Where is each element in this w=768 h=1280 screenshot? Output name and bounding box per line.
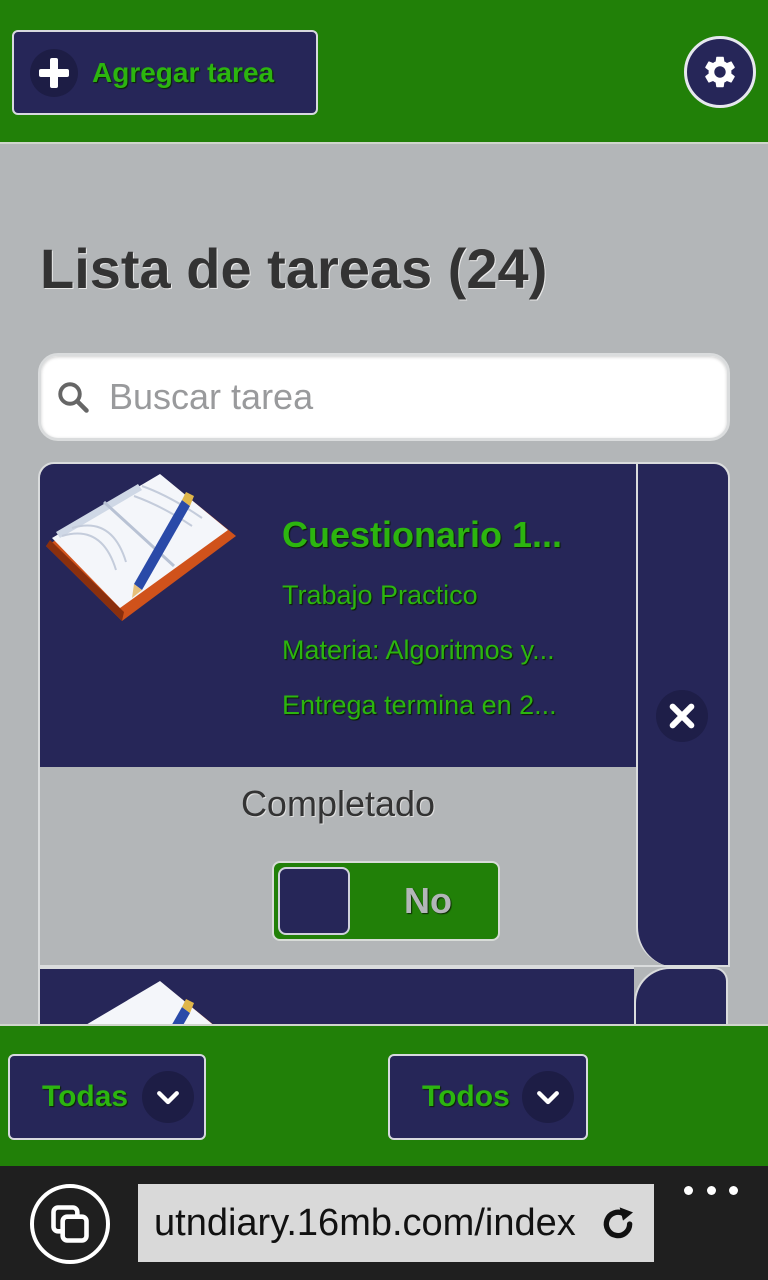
chevron-down-icon <box>142 1071 194 1123</box>
task-side-panel <box>634 967 728 1027</box>
task-summary[interactable] <box>38 967 634 1027</box>
search-bar[interactable] <box>38 353 730 441</box>
url-text: utndiary.16mb.com/index <box>154 1201 576 1244</box>
refresh-icon[interactable] <box>598 1204 638 1244</box>
toggle-value: No <box>404 880 452 921</box>
search-icon <box>58 382 89 413</box>
toggle-knob[interactable] <box>278 867 350 935</box>
add-task-label: Agregar tarea <box>92 56 275 88</box>
close-icon <box>669 703 695 729</box>
task-deadline: Entrega termina en 2... <box>282 690 557 720</box>
more-icon[interactable] <box>684 1180 738 1200</box>
settings-button[interactable] <box>684 36 756 108</box>
task-card[interactable] <box>38 967 730 1027</box>
plus-icon <box>30 48 78 97</box>
browser-address-bar: utndiary.16mb.com/index <box>0 1166 768 1280</box>
add-task-button[interactable]: Agregar tarea <box>12 30 318 115</box>
delete-task-button[interactable] <box>656 690 708 742</box>
filter-bar: Todas Todos <box>0 1024 768 1166</box>
status-filter-select[interactable]: Todas <box>8 1054 206 1140</box>
completed-label: Completado <box>240 783 436 824</box>
subject-filter-value: Todos <box>422 1080 510 1113</box>
app-header: Agregar tarea <box>0 0 768 144</box>
chevron-down-icon <box>522 1071 574 1123</box>
book-icon <box>82 981 217 1027</box>
task-status-area: Completado No <box>40 767 636 965</box>
task-side-panel <box>636 464 728 965</box>
completed-toggle[interactable]: No <box>272 861 500 941</box>
task-card[interactable]: Cuestionario 1... Trabajo Practico Mater… <box>38 462 730 967</box>
subject-filter-select[interactable]: Todos <box>388 1054 588 1140</box>
task-type: Trabajo Practico <box>282 580 478 610</box>
book-icon <box>46 474 236 621</box>
task-subject: Materia: Algoritmos y... <box>282 635 555 665</box>
task-summary[interactable]: Cuestionario 1... Trabajo Practico Mater… <box>40 464 636 767</box>
page-title: Lista de tareas (24) <box>40 237 548 300</box>
gear-icon <box>705 56 735 88</box>
status-filter-value: Todas <box>42 1080 129 1113</box>
search-input[interactable] <box>109 376 669 418</box>
url-field[interactable]: utndiary.16mb.com/index <box>138 1184 654 1262</box>
tabs-button[interactable] <box>30 1184 110 1264</box>
task-title: Cuestionario 1... <box>282 514 563 555</box>
tabs-icon <box>51 1205 89 1243</box>
